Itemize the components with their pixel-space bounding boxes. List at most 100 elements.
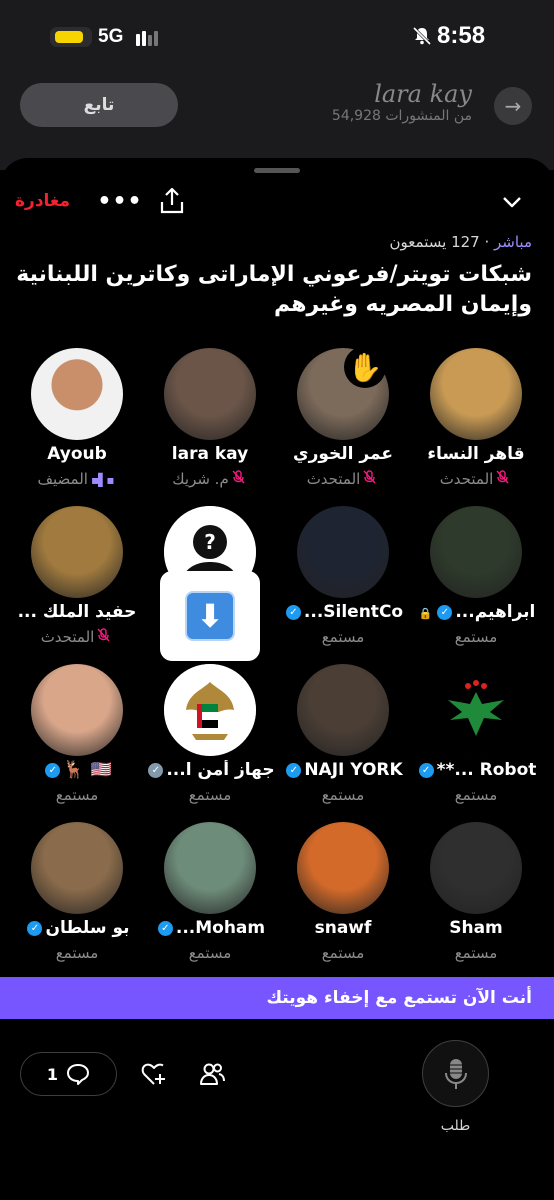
participant-role: مستمع — [143, 944, 277, 962]
participant-name: Sham — [409, 918, 543, 938]
participant-name-text: جهاز أمن ا... — [166, 760, 275, 780]
participant-role: مستمع — [276, 944, 410, 962]
verified-badge-icon: ✓ — [157, 920, 173, 936]
participant-name-text: SilentCo... — [303, 602, 404, 622]
chevron-down-icon[interactable] — [498, 188, 526, 216]
participant-role: مستمع — [276, 628, 410, 646]
verified-badge-icon: ✓ — [418, 762, 434, 778]
participant-card[interactable]: عمر الخوري المتحدث — [276, 348, 408, 498]
avatar[interactable] — [164, 348, 256, 440]
avatar[interactable] — [31, 822, 123, 914]
leave-button[interactable]: مغادرة — [15, 191, 70, 211]
comments-button[interactable]: 1 — [20, 1052, 117, 1096]
participant-name-text: عمر الخوري — [293, 444, 393, 464]
participant-role-text: مستمع — [321, 628, 365, 646]
participant-card[interactable]: Robot ...**✓ مستمع — [409, 664, 541, 814]
participant-role: مستمع — [10, 786, 144, 804]
avatar[interactable] — [297, 822, 389, 914]
participant-name: بو سلطان✓ — [10, 918, 144, 938]
participant-card[interactable]: lara kay م. شريك — [143, 348, 275, 498]
participant-role-text: مستمع — [188, 944, 232, 962]
avatar[interactable] — [31, 348, 123, 440]
participant-role-text: المتحدث — [439, 470, 494, 488]
participant-card[interactable]: جهاز أمن ا...✓ مستمع — [143, 664, 275, 814]
participant-name-text: snawf — [314, 918, 372, 938]
comment-count: 1 — [46, 1064, 59, 1084]
battery-icon — [50, 27, 92, 47]
avatar[interactable] — [31, 664, 123, 756]
avatar[interactable] — [164, 664, 256, 756]
avatar[interactable] — [430, 348, 522, 440]
participant-card[interactable]: Moham...✓ مستمع — [143, 822, 275, 972]
participant-card[interactable]: Sham مستمع — [409, 822, 541, 972]
download-overlay[interactable]: ⬇ — [160, 571, 260, 661]
participant-name: Robot ...**✓ — [409, 760, 543, 780]
avatar[interactable] — [430, 664, 522, 756]
background-profile: تابع lara kay 54,928 من المنشورات → — [0, 70, 554, 170]
participant-name: lara kay — [143, 444, 277, 464]
participant-role: المتحدث — [409, 470, 543, 488]
participant-name: عمر الخوري — [276, 444, 410, 464]
avatar[interactable] — [31, 506, 123, 598]
heart-plus-icon[interactable] — [140, 1060, 168, 1088]
network-type: 5G — [98, 26, 124, 47]
participant-card[interactable]: Ayoub ▪▌▪المضيف — [10, 348, 142, 498]
participant-role-text: مستمع — [454, 786, 498, 804]
request-mic-button[interactable] — [422, 1040, 489, 1107]
sheet-grabber[interactable] — [254, 168, 300, 173]
participant-card[interactable]: ابراهيم...✓ 🔒 مستمع — [409, 506, 541, 656]
request-label: طلب — [440, 1118, 471, 1134]
follow-button[interactable]: تابع — [20, 83, 178, 127]
participant-name-text: Moham... — [175, 918, 266, 938]
participant-card[interactable]: SilentCo...✓ مستمع — [276, 506, 408, 656]
avatar[interactable] — [430, 506, 522, 598]
live-label: مباشر — [494, 233, 532, 251]
verified-badge-icon: ✓ — [437, 604, 453, 620]
participant-role: المتحدث — [10, 628, 144, 646]
profile-name: lara kay — [374, 80, 472, 108]
participant-role-text: م. شريك — [172, 470, 229, 488]
avatar[interactable] — [430, 822, 522, 914]
avatar[interactable] — [297, 664, 389, 756]
participant-card[interactable]: 🇺🇸 🦌✓ مستمع — [10, 664, 142, 814]
avatar[interactable] — [164, 822, 256, 914]
avatar[interactable] — [297, 506, 389, 598]
mic-muted-icon — [363, 470, 376, 488]
participant-card[interactable]: بو سلطان✓ مستمع — [10, 822, 142, 972]
clock: 8:58 — [437, 22, 486, 49]
participant-role-text: المتحدث — [40, 628, 95, 646]
profile-post-count: 54,928 من المنشورات — [331, 108, 472, 124]
participant-name-text: ابراهيم... — [455, 602, 536, 622]
participant-name: 🇺🇸 🦌✓ — [10, 760, 144, 780]
back-arrow-icon[interactable]: → — [494, 87, 532, 125]
participant-role: مستمع — [409, 628, 543, 646]
participant-name: NAJI YORK✓ — [276, 760, 410, 780]
participant-role: مستمع — [276, 786, 410, 804]
participant-name: ابراهيم...✓ 🔒 — [409, 602, 543, 622]
participant-name-text: 🇺🇸 🦌 — [63, 760, 112, 780]
verified-badge-icon: ✓ — [148, 762, 164, 778]
participant-name-text: lara kay — [171, 444, 249, 464]
verified-badge-icon: ✓ — [285, 604, 301, 620]
status-bar: 5G 8:58 — [0, 0, 554, 70]
participant-name-text: قاهر النساء — [427, 444, 525, 464]
participant-name-text: Robot ...** — [436, 760, 537, 780]
participant-name-text: بو سلطان — [45, 918, 130, 938]
lock-icon: 🔒 — [418, 607, 433, 620]
participant-role-text: المتحدث — [306, 470, 361, 488]
participant-role: مستمع — [409, 786, 543, 804]
raised-hand-icon: ✋ — [344, 346, 386, 388]
more-icon[interactable]: ••• — [97, 186, 141, 216]
participant-card[interactable]: NAJI YORK✓ مستمع — [276, 664, 408, 814]
participant-card[interactable]: قاهر النساء المتحدث — [409, 348, 541, 498]
share-icon[interactable] — [158, 186, 186, 216]
participant-role-text: مستمع — [321, 944, 365, 962]
mic-muted-icon — [232, 470, 245, 488]
participant-card[interactable]: snawf مستمع — [276, 822, 408, 972]
participant-card[interactable]: حفيد الملك ... المتحدث — [10, 506, 142, 656]
participant-name: جهاز أمن ا...✓ — [143, 760, 277, 780]
participant-name: Ayoub — [10, 444, 144, 464]
signal-icon — [136, 30, 162, 46]
participant-role: مستمع — [409, 944, 543, 962]
people-icon[interactable] — [198, 1060, 226, 1088]
